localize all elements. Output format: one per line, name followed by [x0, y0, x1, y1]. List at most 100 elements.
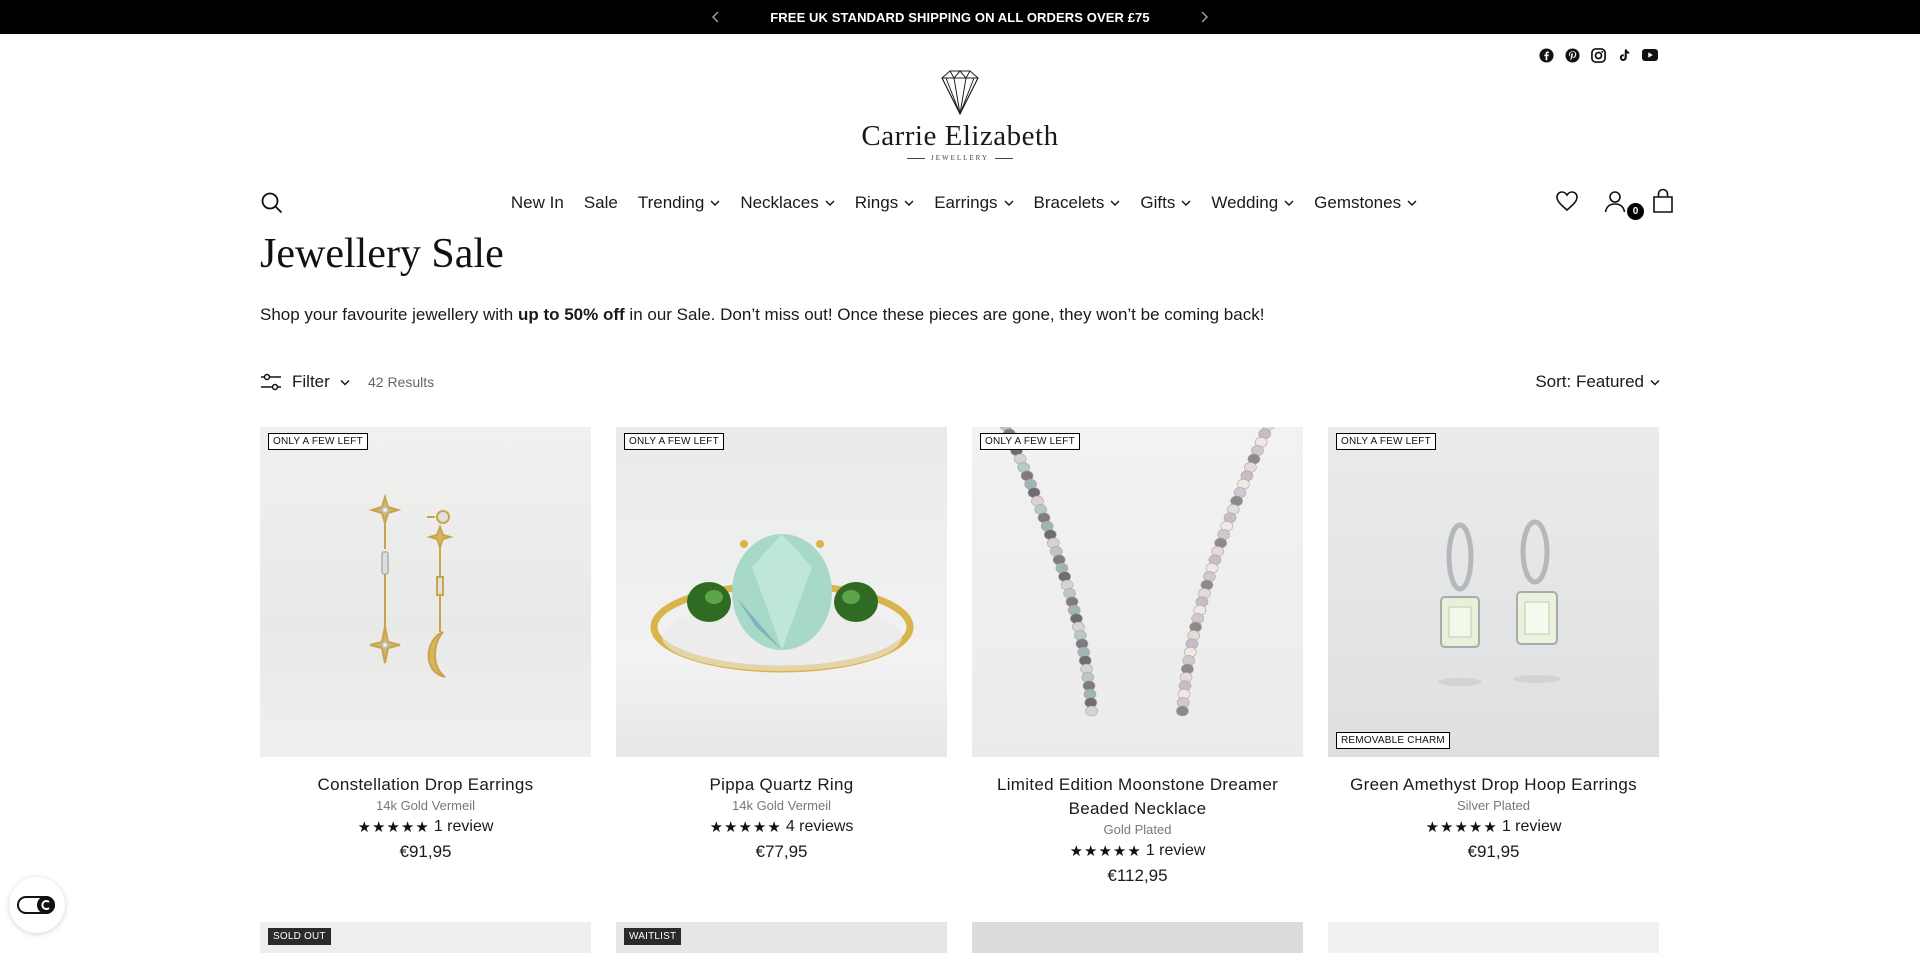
chevron-down-icon — [340, 379, 350, 385]
chevron-down-icon — [1110, 200, 1120, 206]
filter-label: Filter — [292, 372, 330, 391]
bead-mark — [1176, 705, 1189, 717]
announcement-bar: FREE UK STANDARD SHIPPING ON ALL ORDERS … — [0, 0, 1920, 34]
nav-item-wedding[interactable]: Wedding — [1201, 190, 1304, 216]
chevron-down-icon — [904, 200, 914, 206]
nav-item-trending[interactable]: Trending — [628, 190, 730, 216]
results-count: 42 Results — [368, 374, 435, 390]
product-image[interactable] — [1328, 922, 1659, 953]
product-rating: ★★★★★ 1 review — [972, 842, 1303, 860]
product-card[interactable]: ONLY A FEW LEFT Constellation Drop Earri… — [260, 427, 591, 886]
nav-item-label: Trending — [637, 193, 705, 212]
logo-wordmark: Carrie Elizabeth — [861, 120, 1059, 152]
review-count[interactable]: 1 review — [434, 818, 494, 836]
product-name[interactable]: Limited Edition Moonstone Dreamer Beaded… — [972, 773, 1303, 821]
chevron-down-icon — [710, 200, 720, 206]
social-links — [1538, 47, 1658, 63]
nav-item-rings[interactable]: Rings — [845, 190, 924, 216]
product-card[interactable]: ONLY A FEW LEFT REMOVABLE CHARM Green Am… — [1328, 427, 1659, 886]
announcement-next-icon[interactable] — [1194, 7, 1214, 27]
product-card[interactable]: ONLY A FEW LEFT Limited Edition Moonston… — [972, 427, 1303, 886]
cart-bag-icon[interactable] — [1650, 188, 1676, 214]
waitlist-badge: WAITLIST — [624, 928, 682, 945]
star-rating-icon: ★★★★★ — [1425, 819, 1498, 836]
nav-item-label: Gifts — [1140, 193, 1176, 212]
tiktok-icon[interactable] — [1616, 47, 1632, 63]
review-count[interactable]: 4 reviews — [786, 818, 854, 836]
product-variant: 14k Gold Vermeil — [376, 798, 475, 813]
product-card[interactable]: ONLY A FEW LEFT Pippa Quartz Ring 14k Go… — [616, 427, 947, 886]
nav-item-new-in[interactable]: New In — [501, 190, 574, 216]
product-image-necklace[interactable]: ONLY A FEW LEFT — [972, 427, 1303, 757]
product-rating: ★★★★★ 1 review — [260, 818, 591, 836]
nav-item-gemstones[interactable]: Gemstones — [1304, 190, 1427, 216]
pinterest-icon[interactable] — [1564, 47, 1580, 63]
facebook-icon[interactable] — [1538, 47, 1554, 63]
product-grid: ONLY A FEW LEFT Constellation Drop Earri… — [260, 427, 1660, 886]
chevron-down-icon — [1284, 200, 1294, 206]
logo-subtitle: JEWELLERY — [860, 154, 1060, 162]
product-image-earrings[interactable]: ONLY A FEW LEFT — [260, 427, 591, 757]
review-count[interactable]: 1 review — [1146, 842, 1206, 860]
product-variant: 14k Gold Vermeil — [732, 798, 831, 813]
star-rating-icon: ★★★★★ — [357, 819, 430, 836]
nav-item-necklaces[interactable]: Necklaces — [730, 190, 844, 216]
sort-dropdown[interactable]: Sort: Featured — [1535, 372, 1660, 392]
intro-text-before: Shop your favourite jewellery with — [260, 305, 518, 324]
collection-intro: Shop your favourite jewellery with up to… — [260, 305, 1264, 325]
sort-label: Sort: Featured — [1535, 372, 1644, 391]
wishlist-heart-icon[interactable] — [1554, 188, 1580, 214]
nav-item-earrings[interactable]: Earrings — [924, 190, 1023, 216]
bead-mark — [1085, 705, 1098, 717]
product-name[interactable]: Constellation Drop Earrings — [260, 773, 591, 797]
nav-item-label: Wedding — [1211, 193, 1279, 212]
site-logo[interactable]: Carrie Elizabeth JEWELLERY — [860, 68, 1060, 162]
product-rating: ★★★★★ 1 review — [1328, 818, 1659, 836]
product-image[interactable] — [972, 922, 1303, 953]
intro-text-bold: up to 50% off — [517, 305, 625, 324]
announcement-prev-icon[interactable] — [706, 7, 726, 27]
product-image[interactable]: SOLD OUT — [260, 922, 591, 953]
product-name[interactable]: Pippa Quartz Ring — [616, 773, 947, 797]
nav-item-sale[interactable]: Sale — [574, 190, 628, 216]
product-price: €91,95 — [1467, 842, 1520, 861]
nav-item-bracelets[interactable]: Bracelets — [1024, 190, 1131, 216]
account-icon[interactable] — [1602, 188, 1628, 214]
nav-item-label: Sale — [583, 193, 618, 212]
instagram-icon[interactable] — [1590, 47, 1606, 63]
nav-item-label: Gemstones — [1314, 193, 1402, 212]
product-name[interactable]: Green Amethyst Drop Hoop Earrings — [1328, 773, 1659, 797]
product-price: €77,95 — [755, 842, 808, 861]
product-image-hoops[interactable]: ONLY A FEW LEFT REMOVABLE CHARM — [1328, 427, 1659, 757]
chevron-down-icon — [1407, 200, 1417, 206]
product-variant: Silver Plated — [1457, 798, 1530, 813]
nav-item-label: New In — [510, 193, 564, 212]
product-badge: ONLY A FEW LEFT — [624, 433, 724, 450]
product-badge: ONLY A FEW LEFT — [1336, 433, 1436, 450]
chevron-down-icon — [1004, 200, 1014, 206]
announcement-text: FREE UK STANDARD SHIPPING ON ALL ORDERS … — [770, 9, 1150, 25]
star-rating-icon: ★★★★★ — [709, 819, 782, 836]
chevron-down-icon — [1650, 379, 1660, 385]
intro-text-after: in our Sale. Don’t miss out! Once these … — [624, 305, 1265, 324]
nav-item-label: Bracelets — [1033, 193, 1105, 212]
youtube-icon[interactable] — [1642, 47, 1658, 63]
product-image[interactable]: WAITLIST — [616, 922, 947, 953]
page-title: Jewellery Sale — [260, 231, 504, 277]
accessibility-toggle[interactable] — [9, 877, 65, 933]
product-grid-row-2: SOLD OUT WAITLIST — [260, 922, 1660, 953]
nav-item-gifts[interactable]: Gifts — [1130, 190, 1201, 216]
removable-charm-badge: REMOVABLE CHARM — [1336, 732, 1450, 749]
review-count[interactable]: 1 review — [1502, 818, 1562, 836]
logo-sub-text: JEWELLERY — [930, 154, 990, 162]
product-price: €112,95 — [1107, 866, 1168, 885]
product-rating: ★★★★★ 4 reviews — [616, 818, 947, 836]
diamond-logo-icon — [941, 70, 979, 116]
filter-button[interactable]: Filter — [260, 372, 350, 392]
cart-count-badge: 0 — [1627, 203, 1644, 220]
nav-item-label: Rings — [854, 193, 899, 212]
filter-sliders-icon — [261, 373, 281, 391]
product-image-ring[interactable]: ONLY A FEW LEFT — [616, 427, 947, 757]
product-badge: ONLY A FEW LEFT — [268, 433, 368, 450]
chevron-down-icon — [1181, 200, 1191, 206]
